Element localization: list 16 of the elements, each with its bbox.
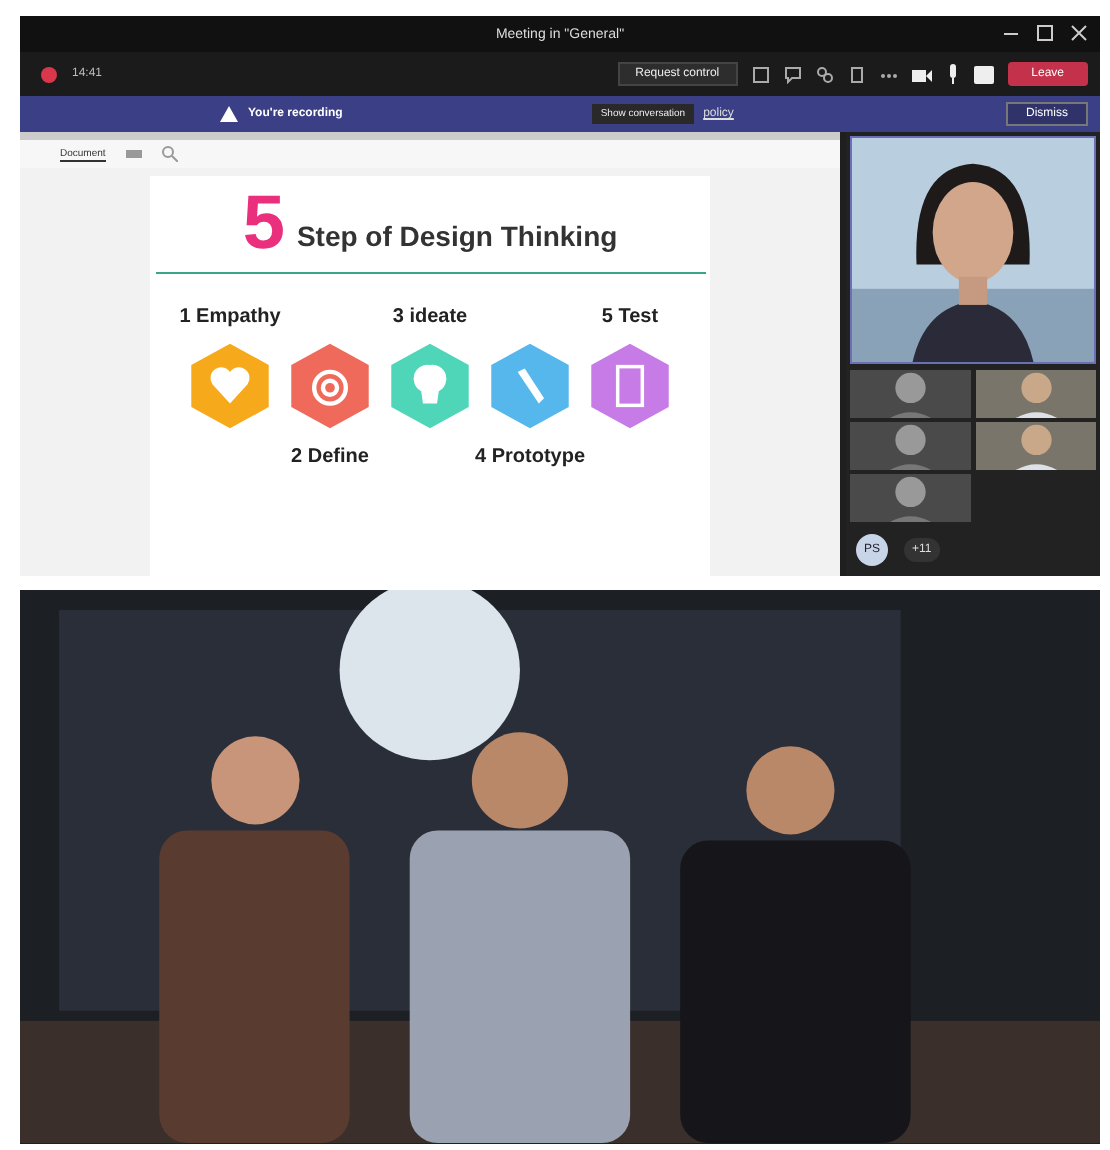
warning-icon: [220, 106, 238, 122]
record-icon: [40, 65, 58, 83]
slide-number: 5: [242, 188, 285, 260]
camera-icon[interactable]: [911, 65, 932, 83]
step-label: 5 Test: [601, 305, 659, 327]
microphone-icon[interactable]: [945, 64, 960, 84]
maximize-icon[interactable]: [1036, 24, 1054, 42]
search-icon[interactable]: [161, 146, 178, 162]
chat-icon[interactable]: [783, 65, 802, 83]
step-label: 2 Define: [291, 445, 369, 467]
close-icon[interactable]: [1070, 24, 1088, 42]
step-label: 1 Empathy: [179, 305, 281, 327]
step-label: 4 Prototype: [475, 445, 586, 467]
share-icon[interactable]: [815, 65, 834, 83]
slide-title: Step of Design Thinking: [296, 220, 618, 256]
step-label: 3 ideate: [392, 305, 468, 327]
